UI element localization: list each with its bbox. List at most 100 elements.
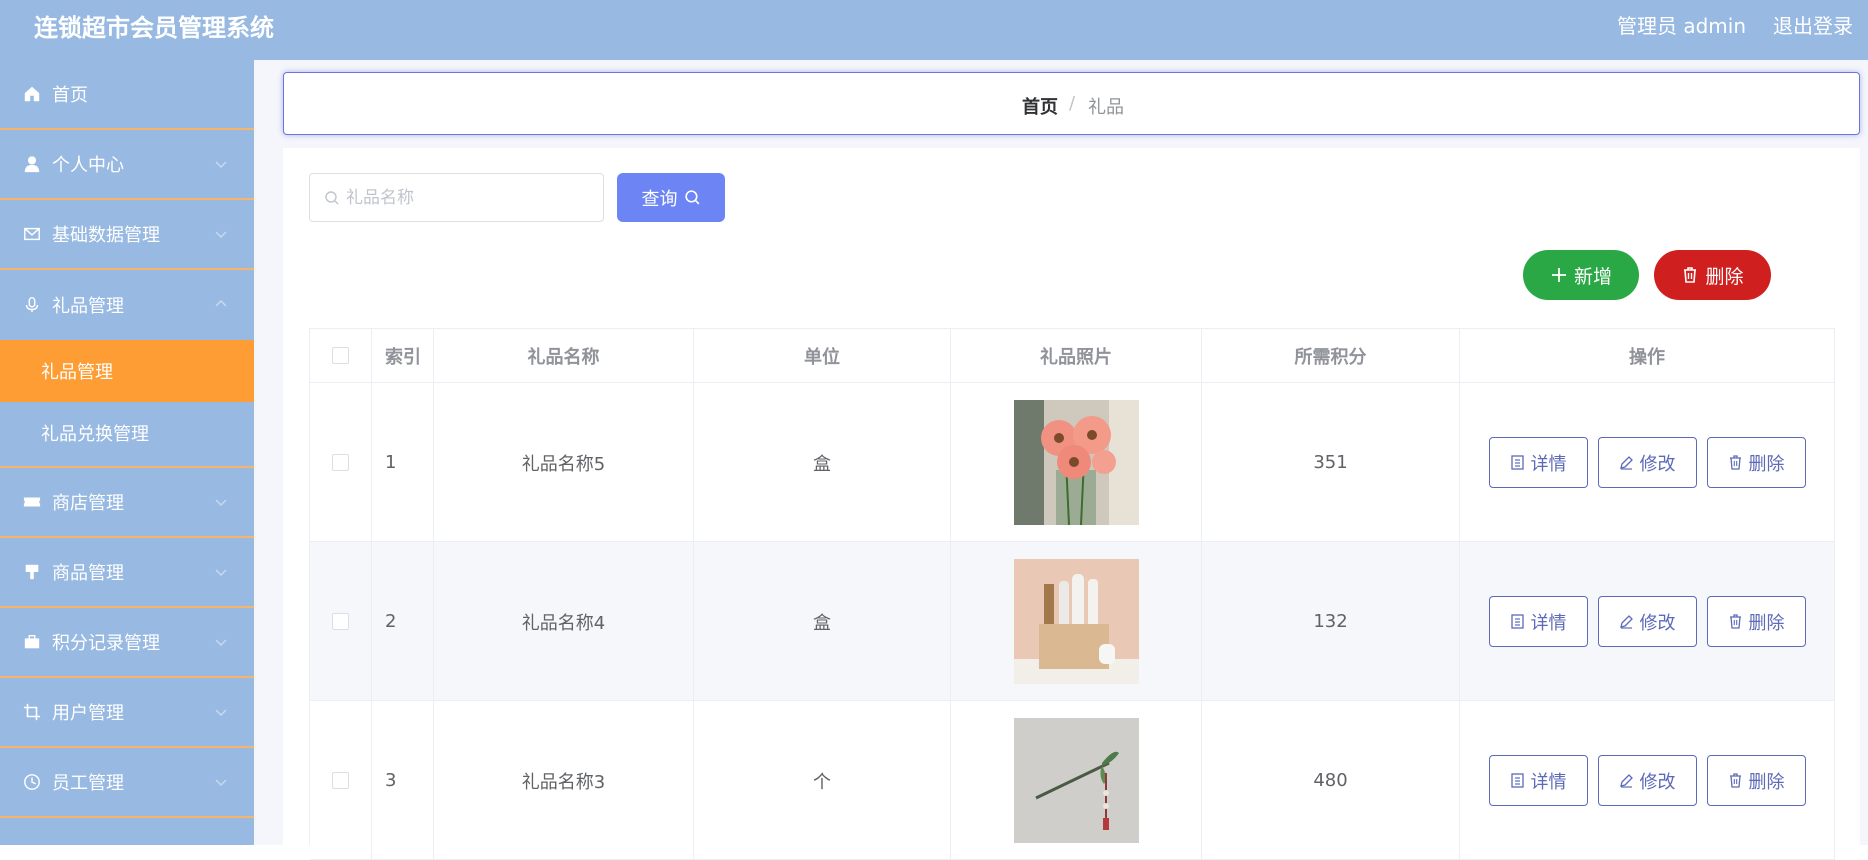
pencil-icon: [1619, 615, 1633, 629]
search-icon: [684, 190, 699, 205]
sidebar-item-label: 员工管理: [52, 773, 124, 794]
row-actions: 详情 修改 删除: [1460, 701, 1835, 860]
edit-button[interactable]: 修改: [1597, 437, 1697, 488]
delete-button[interactable]: 删除: [1706, 596, 1806, 647]
detail-button[interactable]: 详情: [1488, 755, 1588, 806]
row-photo-cell: [951, 542, 1202, 701]
sidebar-item-label: 积分记录管理: [52, 633, 160, 654]
table-row: 3 礼品名称3 个 480 详情 修改 删除: [310, 701, 1835, 860]
row-points: 480: [1202, 701, 1460, 860]
chevron-down-icon: [215, 161, 227, 169]
header-select-cell: [310, 328, 372, 383]
row-points: 351: [1202, 383, 1460, 542]
document-icon: [1510, 773, 1524, 788]
add-button-label: 新增: [1573, 265, 1612, 288]
edit-button[interactable]: 修改: [1597, 755, 1697, 806]
gift-photo[interactable]: [1013, 559, 1139, 684]
sidebar-item-basic-data[interactable]: 基础数据管理: [0, 200, 254, 270]
header-actions: 操作: [1460, 328, 1835, 383]
detail-label: 详情: [1530, 453, 1567, 475]
row-index: 2: [372, 542, 434, 701]
sidebar-item-store-management[interactable]: 商店管理: [0, 468, 254, 538]
row-photo-cell: [951, 383, 1202, 542]
sidebar-item-user-management[interactable]: 用户管理: [0, 678, 254, 748]
home-icon: [22, 84, 42, 104]
chevron-down-icon: [215, 231, 227, 239]
query-button[interactable]: 查询: [617, 173, 725, 222]
delete-label: 删除: [1748, 612, 1785, 634]
edit-label: 修改: [1639, 771, 1676, 793]
row-photo-cell: [951, 701, 1202, 860]
sidebar-item-points-record[interactable]: 积分记录管理: [0, 608, 254, 678]
current-user: 管理员 admin: [1617, 14, 1747, 38]
batch-delete-button[interactable]: 删除: [1654, 250, 1771, 300]
row-unit: 盒: [694, 383, 951, 542]
chevron-up-icon: [215, 299, 227, 307]
sidebar-item-staff-management[interactable]: 员工管理: [0, 748, 254, 818]
delete-button[interactable]: 删除: [1706, 437, 1806, 488]
sidebar-item-home[interactable]: 首页: [0, 60, 254, 130]
sidebar-item-label: 用户管理: [52, 703, 124, 724]
app-title: 连锁超市会员管理系统: [34, 14, 274, 42]
pencil-icon: [1619, 774, 1633, 788]
sidebar-subitem-gift-management[interactable]: 礼品管理: [0, 340, 254, 402]
delete-button[interactable]: 删除: [1706, 755, 1806, 806]
row-unit: 盒: [694, 542, 951, 701]
logout-link[interactable]: 退出登录: [1773, 10, 1853, 39]
header-unit: 单位: [694, 328, 951, 383]
briefcase-icon: [22, 632, 42, 652]
top-header: 连锁超市会员管理系统 管理员 admin 退出登录: [0, 0, 1868, 60]
trash-icon: [1729, 614, 1741, 629]
row-gift-name: 礼品名称3: [434, 701, 694, 860]
sidebar-item-product-management[interactable]: 商品管理: [0, 538, 254, 608]
brush-icon: [22, 562, 42, 582]
trash-icon: [1729, 455, 1741, 470]
row-select-cell: [310, 701, 372, 860]
row-points: 132: [1202, 542, 1460, 701]
crop-icon: [22, 702, 42, 722]
row-index: 3: [372, 701, 434, 860]
row-index: 1: [372, 383, 434, 542]
detail-button[interactable]: 详情: [1488, 596, 1588, 647]
sidebar-item-gift-management[interactable]: 礼品管理: [0, 270, 254, 340]
query-button-label: 查询: [641, 188, 678, 210]
search-icon: [325, 190, 339, 204]
sidebar-subitem-label: 礼品兑换管理: [41, 424, 149, 445]
clock-icon: [22, 772, 42, 792]
sidebar-subitem-label: 礼品管理: [41, 362, 113, 383]
chevron-down-icon: [215, 499, 227, 507]
add-button[interactable]: 新增: [1523, 250, 1639, 300]
chevron-down-icon: [215, 709, 227, 717]
row-gift-name: 礼品名称4: [434, 542, 694, 701]
document-icon: [1510, 614, 1524, 629]
gift-photo[interactable]: [1013, 400, 1139, 525]
microphone-icon: [22, 295, 42, 315]
edit-button[interactable]: 修改: [1597, 596, 1697, 647]
user-icon: [22, 154, 42, 174]
breadcrumb-current: 礼品: [1088, 97, 1124, 118]
detail-button[interactable]: 详情: [1488, 437, 1588, 488]
edit-label: 修改: [1639, 453, 1676, 475]
sidebar-item-label: 个人中心: [52, 155, 124, 176]
row-checkbox[interactable]: [332, 772, 349, 789]
breadcrumb-home[interactable]: 首页: [1022, 93, 1058, 119]
row-actions: 详情 修改 删除: [1460, 542, 1835, 701]
sidebar-subitem-gift-exchange[interactable]: 礼品兑换管理: [0, 402, 254, 464]
header-gift-photo: 礼品照片: [951, 328, 1202, 383]
detail-label: 详情: [1530, 771, 1567, 793]
sidebar-item-label: 基础数据管理: [52, 225, 160, 246]
search-input[interactable]: [346, 187, 586, 208]
sidebar-item-label: 首页: [52, 85, 88, 106]
pencil-icon: [1619, 456, 1633, 470]
sidebar-item-personal-center[interactable]: 个人中心: [0, 130, 254, 200]
row-unit: 个: [694, 701, 951, 860]
row-checkbox[interactable]: [332, 454, 349, 471]
edit-label: 修改: [1639, 612, 1676, 634]
gift-photo[interactable]: [1013, 718, 1139, 843]
search-field[interactable]: [309, 173, 604, 222]
header-points: 所需积分: [1202, 328, 1460, 383]
select-all-checkbox[interactable]: [332, 347, 349, 364]
chevron-down-icon: [215, 569, 227, 577]
row-checkbox[interactable]: [332, 613, 349, 630]
table-row: 2 礼品名称4 盒 132 详情 修改 删除: [310, 542, 1835, 701]
